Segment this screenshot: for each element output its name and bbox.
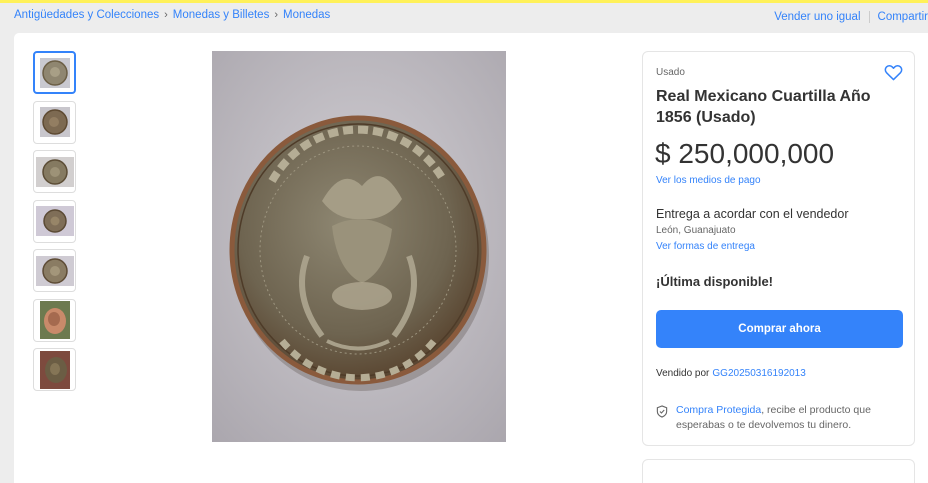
protected-purchase-link[interactable]: Compra Protegida <box>676 404 761 416</box>
thumbnail-7[interactable] <box>33 348 76 391</box>
coin-thumbnail-image <box>39 57 70 88</box>
secondary-panel <box>642 459 915 483</box>
heart-icon[interactable] <box>884 64 903 86</box>
seller-location: León, Guanajuato <box>656 225 736 236</box>
seller-link[interactable]: GG20250316192013 <box>712 368 805 379</box>
main-product-image[interactable] <box>212 51 506 442</box>
product-title: Real Mexicano Cuartilla Año 1856 (Usado) <box>656 88 871 126</box>
coin-thumbnail-image <box>35 156 74 187</box>
header-actions: Vender uno igual Compartir <box>774 11 928 23</box>
delivery-options-link[interactable]: Ver formas de entrega <box>656 241 755 252</box>
sold-by-label: Vendido por <box>656 368 710 379</box>
condition-label: Usado <box>656 67 685 78</box>
coin-thumbnail-image <box>35 206 74 236</box>
divider <box>868 11 870 23</box>
thumbnail-4[interactable] <box>33 199 76 243</box>
coin-thumbnail-image <box>39 301 70 339</box>
chevron-right-icon: › <box>164 9 168 21</box>
protection-text: Compra Protegida, recibe el producto que… <box>676 403 896 432</box>
thumbnail-3[interactable] <box>33 150 76 193</box>
breadcrumb-item[interactable]: Monedas <box>283 9 330 21</box>
purchase-protection: Compra Protegida, recibe el producto que… <box>656 403 896 432</box>
breadcrumb-item[interactable]: Antigüedades y Colecciones <box>14 9 159 21</box>
thumbnail-2[interactable] <box>33 100 76 144</box>
coin-thumbnail-image <box>35 255 74 286</box>
thumbnail-gallery <box>33 51 76 398</box>
sold-by: Vendido por GG20250316192013 <box>656 368 806 379</box>
payment-methods-link[interactable]: Ver los medios de pago <box>656 175 761 186</box>
thumbnail-6[interactable] <box>33 298 76 342</box>
breadcrumb-item[interactable]: Monedas y Billetes <box>173 9 270 21</box>
stock-status: ¡Última disponible! <box>656 274 773 289</box>
shield-check-icon <box>656 405 668 432</box>
header-accent-bar <box>0 0 928 3</box>
thumbnail-1[interactable] <box>33 51 76 94</box>
buy-now-button[interactable]: Comprar ahora <box>656 310 903 348</box>
sell-similar-link[interactable]: Vender uno igual <box>774 11 860 23</box>
coin-thumbnail-image <box>39 350 70 389</box>
product-price: $ 250,000,000 <box>655 138 835 169</box>
thumbnail-5[interactable] <box>33 249 76 292</box>
coin-thumbnail-image <box>39 107 70 137</box>
purchase-panel: Usado Real Mexicano Cuartilla Año 1856 (… <box>642 51 915 446</box>
coin-photo <box>212 51 506 442</box>
breadcrumb: Antigüedades y Colecciones › Monedas y B… <box>14 9 330 21</box>
chevron-right-icon: › <box>274 9 278 21</box>
share-link[interactable]: Compartir <box>878 11 928 23</box>
shipping-info: Entrega a acordar con el vendedor <box>656 207 849 221</box>
